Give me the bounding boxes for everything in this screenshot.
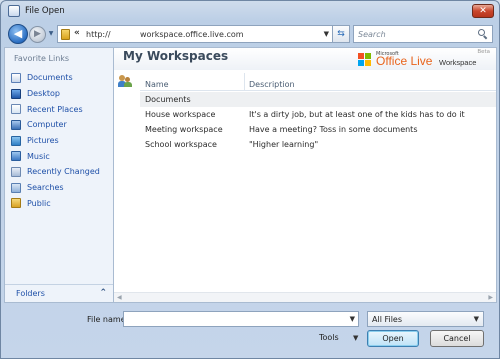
sidebar-item-desktop[interactable]: Desktop (11, 86, 111, 102)
open-button[interactable]: Open (367, 330, 419, 347)
horizontal-scrollbar[interactable]: ◀ ▶ (114, 292, 496, 302)
cancel-button[interactable]: Cancel (430, 330, 484, 347)
file-open-dialog: File Open ✕ ◀ ▶ ▼ « http:// workspace.of… (0, 0, 500, 359)
sidebar-item-recent-places[interactable]: Recent Places (11, 101, 111, 117)
file-type-select[interactable]: All Files ▼ (367, 311, 484, 327)
beta-badge: Beta (477, 49, 490, 55)
web-folder-icon (61, 29, 70, 40)
computer-icon (11, 119, 21, 130)
group-label: Documents (145, 95, 191, 104)
sidebar-item-label: Computer (27, 120, 67, 130)
row-name: House workspace (145, 110, 216, 119)
forward-arrow-icon[interactable]: ▶ (29, 26, 46, 43)
sidebar-item-pictures[interactable]: Pictures (11, 133, 111, 149)
tools-dropdown-icon[interactable]: ▼ (353, 334, 358, 342)
search-icon[interactable] (478, 29, 488, 40)
sidebar-item-label: Documents (27, 73, 73, 83)
desktop-icon (11, 88, 21, 99)
office-logo-icon (358, 53, 372, 67)
breadcrumb-overflow-chevron[interactable]: « (74, 28, 80, 38)
row-description: Have a meeting? Toss in some documents (249, 125, 418, 134)
documents-icon (11, 72, 21, 83)
folders-toggle[interactable]: Folders ⌃ (5, 284, 113, 302)
row-description: "Higher learning" (249, 140, 319, 149)
row-name: Meeting workspace (145, 125, 223, 134)
file-name-input[interactable]: ▼ (123, 311, 359, 327)
navigation-pane: Favorite Links Documents Desktop Recent … (4, 47, 113, 303)
logo-workspace-text: Workspace (439, 58, 477, 67)
table-row[interactable]: House workspace It's a dirty job, but at… (140, 107, 496, 122)
favorite-links-list: Documents Desktop Recent Places Computer… (11, 70, 111, 211)
address-bar[interactable]: « http:// workspace.office.live.com ▼ (57, 25, 333, 43)
logo-office-live-text: Office Live (376, 54, 433, 68)
row-name: School workspace (145, 140, 217, 149)
sidebar-item-label: Recent Places (27, 104, 83, 114)
scroll-right-icon[interactable]: ▶ (488, 294, 493, 301)
close-button[interactable]: ✕ (472, 4, 494, 18)
workspace-list: Documents House workspace It's a dirty j… (140, 92, 496, 152)
refresh-button[interactable]: ⇆ (332, 25, 350, 43)
sidebar-item-recently-changed[interactable]: Recently Changed (11, 164, 111, 180)
searches-icon (11, 182, 21, 193)
chevron-up-icon: ⌃ (99, 288, 107, 298)
sidebar-item-label: Public (27, 198, 51, 208)
row-description: It's a dirty job, but at least one of th… (249, 110, 465, 119)
address-protocol: http:// (86, 30, 111, 39)
table-row[interactable]: School workspace "Higher learning" (140, 137, 496, 152)
address-dropdown-icon[interactable]: ▼ (324, 30, 329, 38)
sidebar-item-public[interactable]: Public (11, 196, 111, 212)
file-type-value: All Files (372, 315, 403, 324)
sidebar-item-documents[interactable]: Documents (11, 70, 111, 86)
page-title: My Workspaces (123, 49, 229, 63)
title-bar: File Open ✕ (1, 1, 499, 21)
recent-places-icon (11, 104, 21, 115)
sidebar-item-label: Searches (27, 183, 64, 193)
file-type-dropdown-icon: ▼ (473, 315, 479, 323)
pictures-icon (11, 135, 21, 146)
column-header-name[interactable]: Name (145, 80, 169, 89)
table-row[interactable]: Meeting workspace Have a meeting? Toss i… (140, 122, 496, 137)
back-arrow-icon[interactable]: ◀ (8, 24, 28, 44)
recent-pages-dropdown-icon[interactable]: ▼ (47, 30, 55, 38)
folders-label: Folders (16, 289, 45, 298)
column-headers: Name Description (140, 73, 496, 91)
sidebar-item-searches[interactable]: Searches (11, 180, 111, 196)
favorite-links-header: Favorite Links (14, 54, 70, 63)
address-url: workspace.office.live.com (140, 30, 244, 39)
tools-button[interactable]: Tools (319, 333, 339, 342)
music-icon (11, 151, 21, 162)
dialog-app-icon (8, 5, 20, 17)
file-name-dropdown-icon[interactable]: ▼ (350, 315, 355, 323)
search-placeholder: Search (358, 30, 386, 39)
search-input[interactable]: Search (353, 25, 493, 43)
column-divider[interactable] (244, 73, 245, 91)
file-list-pane: My Workspaces Microsoft Office Live Work… (113, 47, 497, 303)
sidebar-item-label: Recently Changed (27, 167, 100, 177)
sidebar-item-music[interactable]: Music (11, 148, 111, 164)
sidebar-item-label: Music (27, 151, 50, 161)
recently-changed-icon (11, 166, 21, 177)
shared-users-icon (118, 75, 132, 87)
scroll-left-icon[interactable]: ◀ (117, 294, 122, 301)
group-header: Documents (140, 92, 496, 107)
public-folder-icon (11, 198, 21, 209)
content-header: My Workspaces Microsoft Office Live Work… (114, 48, 496, 70)
column-header-description[interactable]: Description (249, 80, 295, 89)
sidebar-item-computer[interactable]: Computer (11, 117, 111, 133)
sidebar-item-label: Pictures (27, 136, 59, 146)
window-title: File Open (25, 6, 65, 16)
sidebar-item-label: Desktop (27, 89, 60, 99)
